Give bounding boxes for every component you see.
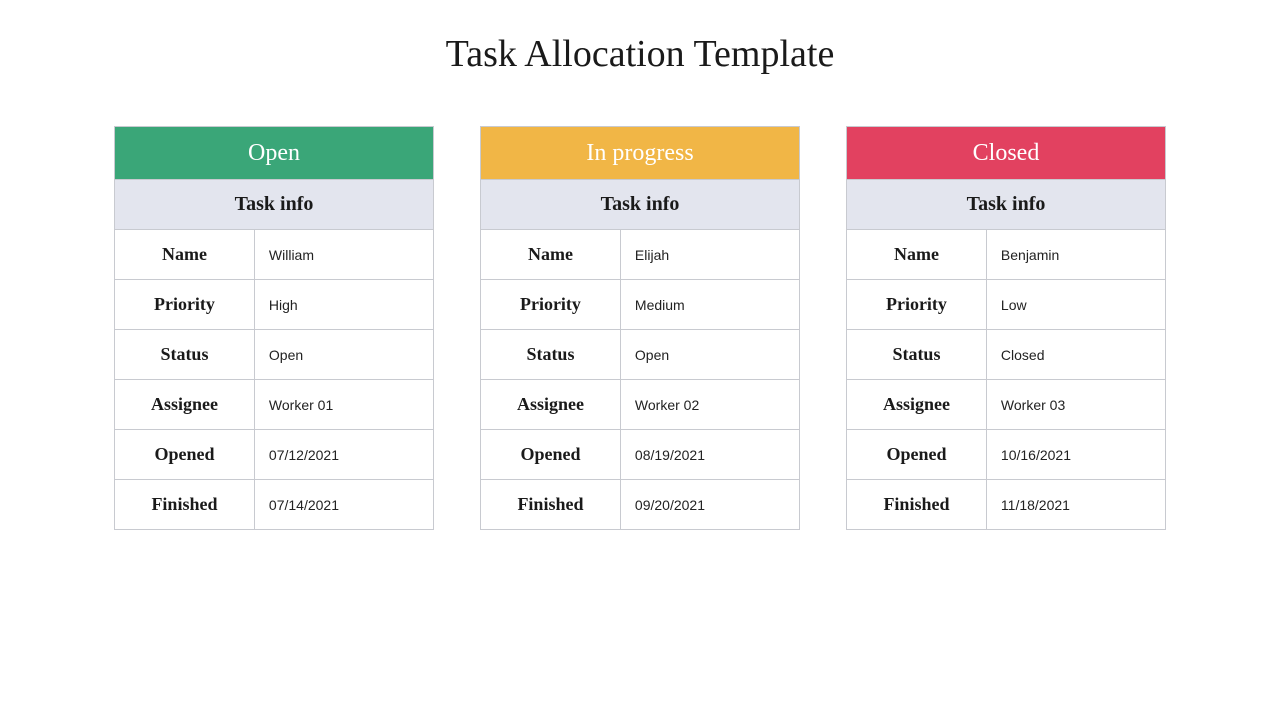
value-name: Benjamin <box>987 230 1165 279</box>
value-finished: 11/18/2021 <box>987 480 1165 529</box>
value-opened: 10/16/2021 <box>987 430 1165 479</box>
task-info-header: Task info <box>847 179 1165 229</box>
row-priority: PriorityHigh <box>115 279 433 329</box>
task-card-closed: Closed Task info NameBenjamin PriorityLo… <box>846 126 1166 530</box>
label-name: Name <box>115 230 255 279</box>
value-assignee: Worker 02 <box>621 380 799 429</box>
status-header: Closed <box>847 127 1165 179</box>
value-status: Open <box>255 330 433 379</box>
task-card-open: Open Task info NameWilliam PriorityHigh … <box>114 126 434 530</box>
row-status: StatusClosed <box>847 329 1165 379</box>
value-opened: 07/12/2021 <box>255 430 433 479</box>
page-title: Task Allocation Template <box>0 0 1280 126</box>
row-name: NameBenjamin <box>847 229 1165 279</box>
value-priority: High <box>255 280 433 329</box>
row-status: StatusOpen <box>115 329 433 379</box>
row-assignee: AssigneeWorker 01 <box>115 379 433 429</box>
label-finished: Finished <box>115 480 255 529</box>
row-status: StatusOpen <box>481 329 799 379</box>
label-priority: Priority <box>115 280 255 329</box>
value-assignee: Worker 01 <box>255 380 433 429</box>
label-status: Status <box>481 330 621 379</box>
label-name: Name <box>481 230 621 279</box>
row-name: NameWilliam <box>115 229 433 279</box>
task-card-inprogress: In progress Task info NameElijah Priorit… <box>480 126 800 530</box>
value-name: Elijah <box>621 230 799 279</box>
row-assignee: AssigneeWorker 02 <box>481 379 799 429</box>
label-assignee: Assignee <box>847 380 987 429</box>
row-name: NameElijah <box>481 229 799 279</box>
row-finished: Finished07/14/2021 <box>115 479 433 529</box>
value-status: Closed <box>987 330 1165 379</box>
value-assignee: Worker 03 <box>987 380 1165 429</box>
status-header: In progress <box>481 127 799 179</box>
row-opened: Opened08/19/2021 <box>481 429 799 479</box>
value-priority: Low <box>987 280 1165 329</box>
value-opened: 08/19/2021 <box>621 430 799 479</box>
label-assignee: Assignee <box>115 380 255 429</box>
row-finished: Finished11/18/2021 <box>847 479 1165 529</box>
row-finished: Finished09/20/2021 <box>481 479 799 529</box>
row-assignee: AssigneeWorker 03 <box>847 379 1165 429</box>
label-finished: Finished <box>481 480 621 529</box>
label-finished: Finished <box>847 480 987 529</box>
row-priority: PriorityLow <box>847 279 1165 329</box>
label-opened: Opened <box>481 430 621 479</box>
label-opened: Opened <box>847 430 987 479</box>
label-status: Status <box>115 330 255 379</box>
row-opened: Opened07/12/2021 <box>115 429 433 479</box>
label-priority: Priority <box>847 280 987 329</box>
label-name: Name <box>847 230 987 279</box>
row-priority: PriorityMedium <box>481 279 799 329</box>
row-opened: Opened10/16/2021 <box>847 429 1165 479</box>
label-assignee: Assignee <box>481 380 621 429</box>
value-status: Open <box>621 330 799 379</box>
label-status: Status <box>847 330 987 379</box>
value-finished: 09/20/2021 <box>621 480 799 529</box>
label-opened: Opened <box>115 430 255 479</box>
value-finished: 07/14/2021 <box>255 480 433 529</box>
value-name: William <box>255 230 433 279</box>
value-priority: Medium <box>621 280 799 329</box>
task-info-header: Task info <box>481 179 799 229</box>
task-info-header: Task info <box>115 179 433 229</box>
status-header: Open <box>115 127 433 179</box>
label-priority: Priority <box>481 280 621 329</box>
columns-container: Open Task info NameWilliam PriorityHigh … <box>0 126 1280 530</box>
